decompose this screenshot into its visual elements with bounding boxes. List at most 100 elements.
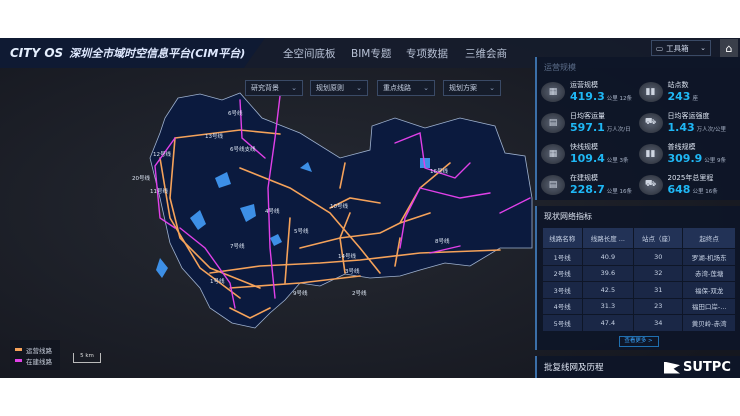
- table-cell: 赤湾-莲塘: [683, 265, 735, 281]
- stat-unit: 万人次/日: [606, 127, 631, 133]
- home-icon[interactable]: ⌂: [720, 39, 738, 57]
- platform-title: 深圳全市域时空信息平台(CIM平台): [69, 47, 246, 60]
- stat-value: 1.43 万人次/公里: [667, 121, 727, 134]
- table-cell: 40.9: [582, 249, 634, 265]
- stat-unit: 公里 9条: [704, 158, 727, 164]
- stat-item: ▦ 快线规模 109.4 公里 3条: [541, 140, 639, 167]
- filter-planning-scheme[interactable]: 规划方案 ⌄: [443, 80, 501, 96]
- stat-item: ▦ 运营规模 419.3 公里 12条: [541, 78, 639, 105]
- map-label: 20号线: [132, 174, 150, 182]
- toolbox-dropdown[interactable]: ▭ 工具箱 ⌄: [651, 40, 711, 56]
- stat-label: 运营规模: [570, 81, 598, 89]
- map-legend: 运营线路 在建线路: [10, 340, 60, 370]
- stat-unit: 座: [692, 96, 698, 102]
- folder-icon: ▤: [541, 174, 565, 195]
- stat-item: ⛟ 2025年总里程 648 公里 16条: [638, 171, 737, 198]
- view-more-button[interactable]: 查看更多 >: [618, 335, 659, 347]
- table-row[interactable]: 5号线 47.4 34 黄贝岭-赤湾: [543, 315, 735, 331]
- column-header[interactable]: 起终点: [683, 228, 735, 248]
- legend-label: 运营线路: [26, 346, 52, 355]
- stat-label: 日均客运量: [570, 112, 605, 120]
- stat-item: ⛟ 日均客运强度 1.43 万人次/公里: [638, 109, 737, 136]
- stat-label: 站点数: [667, 81, 689, 89]
- stat-value: 597.1 万人次/日: [570, 121, 631, 134]
- stat-label: 在建规模: [570, 174, 598, 182]
- nav-bim[interactable]: BIM专题: [351, 38, 391, 68]
- app-window: 6号线 13号线 6号线支线 12号线 20号线 11号线 4号线 5号线 10…: [0, 38, 740, 378]
- stat-item: ▮▮ 站点数 243 座: [638, 78, 737, 105]
- map-label: 13号线: [205, 132, 223, 140]
- map-label: 7号线: [230, 242, 245, 250]
- stats-grid: ▦ 运营规模 419.3 公里 12条 ▮▮ 站点数 243 座 ▤ 日均客运量 597.1 万人次/…: [537, 78, 740, 198]
- train-icon: ⛟: [638, 174, 663, 195]
- building-icon: ▦: [541, 143, 565, 164]
- chevron-down-icon: ⌄: [489, 84, 495, 92]
- table-cell: 黄贝岭-赤湾: [683, 315, 735, 331]
- table-cell: 4号线: [543, 298, 582, 314]
- stat-label: 日均客运强度: [667, 112, 710, 120]
- table-cell: 31: [634, 282, 683, 298]
- table-cell: 5号线: [543, 315, 582, 331]
- chevron-down-icon: ⌄: [700, 44, 706, 52]
- panel-title: 运营规模: [544, 63, 576, 72]
- stat-value: 309.9 公里 9条: [667, 152, 727, 165]
- network-table: 线路名称 线路长度 ... 站点（座） 起终点 1号线 40.9 30 罗湖-机场东 2号线 39…: [542, 227, 736, 332]
- filter-research-background[interactable]: 研究背景 ⌄: [245, 80, 303, 96]
- column-header[interactable]: 线路名称: [543, 228, 582, 248]
- column-header[interactable]: 站点（座）: [634, 228, 683, 248]
- column-header[interactable]: 线路长度 ...: [582, 228, 634, 248]
- stat-unit: 公里 12条: [606, 96, 633, 102]
- map-label: 2号线: [352, 289, 367, 297]
- stat-value: 228.7 公里 16条: [570, 183, 633, 196]
- city-os-logo: CITY OS: [10, 46, 64, 60]
- toolbox-icon: ▭: [656, 43, 664, 53]
- sutpc-logo: SUTPC: [664, 360, 731, 375]
- operations-panel: 运营规模 ▦ 运营规模 419.3 公里 12条 ▮▮ 站点数 243 座 ▤ 日均客运量 597.…: [535, 57, 740, 200]
- building-icon: ▦: [541, 81, 565, 102]
- table-cell: 30: [634, 249, 683, 265]
- map-label: 10号线: [330, 202, 348, 210]
- map-label: 5号线: [294, 227, 309, 235]
- stat-value: 243 座: [667, 90, 698, 103]
- legend-label: 在建线路: [26, 357, 52, 366]
- map-label: 4号线: [265, 207, 280, 215]
- stat-unit: 万人次/公里: [696, 127, 726, 133]
- table-cell: 福田口岸-...: [683, 298, 735, 314]
- brand-text: SUTPC: [683, 360, 731, 375]
- table-row[interactable]: 2号线 39.6 32 赤湾-莲塘: [543, 265, 735, 281]
- table-cell: 福保-双龙: [683, 282, 735, 298]
- map-label: 9号线: [293, 289, 308, 297]
- scale-bar: 5 km: [73, 353, 101, 363]
- stat-label: 普线规模: [667, 143, 696, 151]
- filter-key-lines[interactable]: 重点线路 ⌄: [377, 80, 435, 96]
- filter-label: 规划方案: [449, 84, 477, 92]
- chevron-down-icon: ⌄: [423, 84, 429, 92]
- table-row[interactable]: 1号线 40.9 30 罗湖-机场东: [543, 249, 735, 265]
- network-panel: 现状网络指标 线路名称 线路长度 ... 站点（座） 起终点 1号线 40.9 30 罗湖-机…: [535, 206, 740, 350]
- map-label: 6号线支线: [230, 145, 256, 153]
- stat-value: 419.3 公里 12条: [570, 90, 633, 103]
- stat-value: 648 公里 16条: [667, 183, 718, 196]
- table-cell: 23: [634, 298, 683, 314]
- stat-unit: 公里 16条: [606, 189, 633, 195]
- stat-item: ▮▮ 普线规模 309.9 公里 9条: [638, 140, 737, 167]
- table-cell: 34: [634, 315, 683, 331]
- nav-full-space[interactable]: 全空间底板: [283, 38, 336, 68]
- map-label: 14号线: [338, 252, 356, 260]
- map-label: 8号线: [435, 237, 450, 245]
- nav-special-data[interactable]: 专项数据: [406, 38, 448, 68]
- chevron-down-icon: ⌄: [291, 84, 297, 92]
- table-row[interactable]: 4号线 31.3 23 福田口岸-...: [543, 298, 735, 314]
- app-title: CITY OS 深圳全市域时空信息平台(CIM平台): [0, 38, 265, 68]
- panel-title: 现状网络指标: [544, 212, 592, 221]
- table-cell: 32: [634, 265, 683, 281]
- stat-item: ▤ 日均客运量 597.1 万人次/日: [541, 109, 639, 136]
- filter-planning-principle[interactable]: 规划原则 ⌄: [310, 80, 368, 96]
- filter-label: 规划原则: [316, 84, 344, 92]
- nav-3d-consult[interactable]: 三维会商: [465, 38, 507, 68]
- table-cell: 47.4: [582, 315, 634, 331]
- map-label: 11号线: [150, 187, 168, 195]
- map-label: 3号线: [345, 267, 360, 275]
- table-row[interactable]: 3号线 42.5 31 福保-双龙: [543, 282, 735, 298]
- map-label: 12号线: [153, 150, 171, 158]
